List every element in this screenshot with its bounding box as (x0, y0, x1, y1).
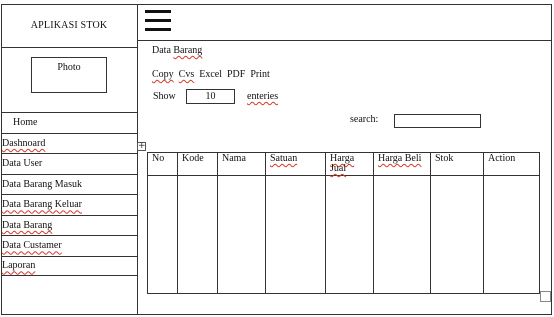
sidebar-item-label: Dashnoard (2, 137, 46, 149)
table-cell (325, 175, 374, 294)
pdf-button[interactable]: PDF (227, 69, 245, 80)
table-cell (483, 175, 540, 294)
table-cell (177, 175, 218, 294)
table-cell (147, 175, 178, 294)
sidebar-item-label: Data User (2, 158, 43, 170)
sidebar-item-data-barang-keluar[interactable]: Data Barang Keluar (1, 194, 137, 215)
sidebar-item-home[interactable]: Home (1, 112, 137, 133)
column-header-action[interactable]: Action (483, 152, 540, 176)
column-header-harga-beli[interactable]: Harga Beli (373, 152, 431, 176)
table-cell (430, 175, 484, 294)
column-header-harga-jual[interactable]: Harga Jual (325, 152, 374, 176)
sidebar-item-label: Data Barang Masuk (2, 178, 82, 190)
hamburger-menu-icon[interactable] (145, 8, 171, 34)
column-header-satuan[interactable]: Satuan (265, 152, 326, 176)
page-title: Data Barang (152, 45, 202, 56)
table-cell (373, 175, 431, 294)
sidebar-item-label: Home (13, 117, 38, 129)
table-header-row: No Kode Nama Satuan Harga Jual Harga Bel… (147, 152, 540, 176)
sidebar-item-label: Data Barang Keluar (2, 199, 82, 211)
csv-button[interactable]: Cvs (179, 69, 195, 80)
search-input[interactable] (394, 114, 481, 128)
sidebar: APLIKASI STOK Photo Home Dashnoard Data … (1, 4, 138, 315)
column-header-no[interactable]: No (147, 152, 178, 176)
table-row (147, 175, 540, 294)
resize-handle-icon[interactable] (540, 291, 551, 302)
data-table: No Kode Nama Satuan Harga Jual Harga Bel… (147, 152, 540, 294)
entries-label: enteries (247, 91, 279, 102)
column-header-label: Harga Beli (378, 153, 422, 164)
app-brand: APLIKASI STOK (1, 4, 137, 48)
header-divider (138, 40, 552, 41)
table-cell (265, 175, 326, 294)
print-button[interactable]: Print (250, 69, 269, 80)
column-header-label: Harga Jual (330, 153, 355, 174)
column-header-kode[interactable]: Kode (177, 152, 218, 176)
page-title-word: Data (152, 45, 174, 56)
sidebar-item-laporan[interactable]: Laporan (1, 255, 137, 276)
sidebar-item-label: Data Barang (2, 219, 53, 231)
table-move-handle-icon[interactable]: + (137, 142, 146, 151)
table-cell (217, 175, 266, 294)
sidebar-item-data-user[interactable]: Data User (1, 153, 137, 174)
sidebar-item-dashboard[interactable]: Dashnoard (1, 132, 137, 154)
show-label: Show (153, 91, 176, 102)
column-header-nama[interactable]: Nama (217, 152, 266, 176)
column-header-stok[interactable]: Stok (430, 152, 484, 176)
sidebar-item-data-customer[interactable]: Data Custamer (1, 235, 137, 256)
page-title-text: Data Barang (152, 45, 202, 56)
search-label: search: (350, 114, 379, 125)
export-buttons: Copy Cvs Excel PDF Print (152, 69, 270, 80)
sidebar-item-label: Data Custamer (2, 240, 62, 252)
sidebar-item-data-barang[interactable]: Data Barang (1, 214, 137, 236)
user-photo: Photo (31, 57, 107, 93)
copy-button[interactable]: Copy (152, 69, 174, 80)
sidebar-item-data-barang-masuk[interactable]: Data Barang Masuk (1, 173, 137, 195)
excel-button[interactable]: Excel (199, 69, 222, 80)
column-header-label: Satuan (270, 153, 298, 164)
sidebar-menu: Home Dashnoard Data User Data Barang Mas… (1, 112, 137, 276)
sidebar-item-label: Laporan (2, 260, 36, 272)
entries-per-page-select[interactable]: 10 (186, 89, 235, 104)
page-title-word: Barang (173, 45, 203, 56)
